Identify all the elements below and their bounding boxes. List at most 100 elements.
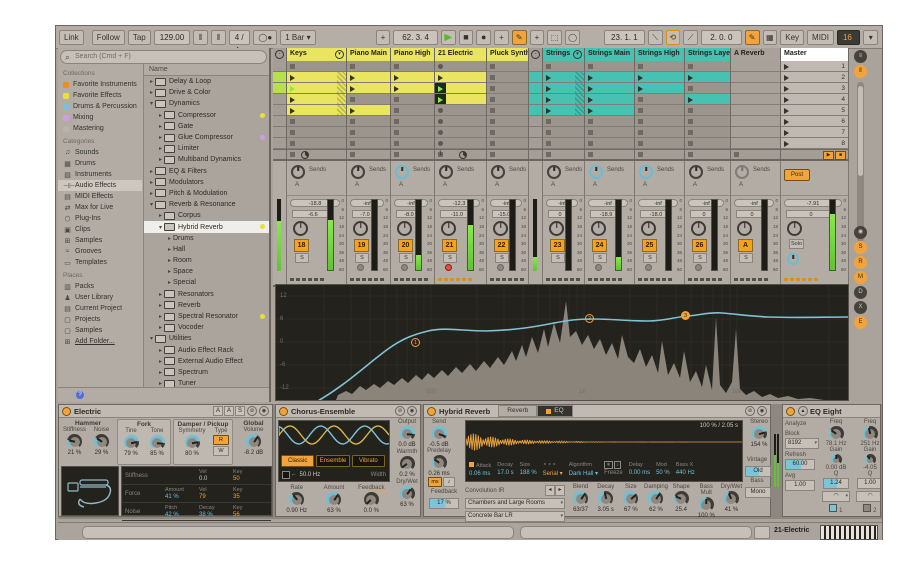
back-to-arrangement-icon[interactable]: + [376,30,391,45]
tree-arrow-icon[interactable]: ▾ [148,100,155,107]
track-number-badge[interactable]: 25 [642,239,657,252]
mixer-strip-strings[interactable]: SendsA-inf023S0612182430364860 [543,161,585,285]
knob-value[interactable]: 41 % [719,507,744,513]
solo-button[interactable]: S [295,253,309,263]
peak-level-display[interactable]: -inf [588,199,628,207]
tree-arrow-icon[interactable]: ▸ [166,279,173,286]
overview-menu-icon[interactable]: ≡ [854,50,867,63]
collection-item[interactable]: Favorite Effects [58,90,142,101]
browser-search-input[interactable]: ⌕ Search (Cmd + F) [60,50,267,64]
hpf-toggle[interactable] [282,471,290,479]
tree-arrow-icon[interactable]: ▸ [157,156,164,163]
track-stop-cell[interactable] [585,150,635,159]
param-cell-value[interactable]: 35 [233,494,267,500]
solo-button[interactable]: S [643,253,657,263]
scene-slot[interactable]: 6 [781,116,848,127]
knob-tine[interactable] [124,435,139,450]
param-cell[interactable] [165,475,199,476]
play-all-scenes-icon[interactable]: ▶ [823,151,834,160]
place-item[interactable]: ▤Current Project [58,303,142,314]
clip-slot[interactable] [529,72,542,83]
mixer-toggle-m[interactable]: M [854,271,867,284]
sidebar-item-instruments[interactable]: ▧Instruments [58,169,142,180]
scene-slot[interactable]: 8 [781,138,848,149]
knob-stiffness[interactable] [67,434,82,449]
tree-item-utilities[interactable]: ▾Utilities [144,333,269,344]
draw-pencil-icon[interactable]: ✎ [745,30,760,45]
track-stop-cell[interactable] [543,150,585,159]
clip-slot[interactable] [273,94,286,105]
tree-item-spectral-resonator[interactable]: ▸Spectral Resonator [144,311,269,322]
play-button[interactable]: ▶ [441,30,456,45]
tree-arrow-icon[interactable]: ▸ [157,134,164,141]
quantize-icon[interactable]: ◯● [253,30,277,45]
track-header-strings-main[interactable]: Strings Main [585,48,635,61]
clip-slot[interactable] [685,72,730,83]
re-enable-automation-icon[interactable]: + [530,30,545,45]
save-icon[interactable]: ◉ [259,406,269,416]
tree-item-compressor[interactable]: ▸Compressor [144,110,269,121]
scene-slot[interactable]: 1 [781,61,848,72]
ir-file-dropdown[interactable]: Concrete Bar LR [465,511,565,522]
clip-slot[interactable] [585,83,634,94]
eq-band-node[interactable]: 3 [681,311,690,320]
track-number-badge[interactable]: 18 [294,239,309,252]
track-number-badge[interactable]: 21 [442,239,457,252]
clip-slot[interactable] [529,94,542,105]
clip-slot[interactable] [435,94,486,105]
tree-item-corpus[interactable]: ▸Corpus [144,210,269,221]
solo-button[interactable]: S [355,253,369,263]
send-a-knob[interactable] [395,165,409,179]
clip-slot[interactable] [685,61,730,72]
track-number-badge[interactable]: 20 [398,239,413,252]
hotswap-a-icon[interactable]: A [213,406,223,416]
param-cell-value[interactable]: 38 % [199,512,233,518]
track-header-piano-main[interactable]: Piano Main [347,48,391,61]
pan-knob[interactable] [737,221,752,236]
clip-slot[interactable] [585,72,634,83]
tree-arrow-icon[interactable]: ▸ [166,268,173,275]
track-number-badge[interactable]: 19 [354,239,369,252]
knob-value[interactable]: 25.4 [669,507,694,513]
param-value[interactable]: 50 % [656,470,670,476]
pan-knob[interactable] [353,221,368,236]
send-a-knob[interactable] [735,165,749,179]
knob-predelay[interactable] [432,455,447,470]
clip-slot[interactable] [543,83,584,94]
tree-item-reverb[interactable]: ▸Reverb [144,300,269,311]
hotswap-icon[interactable]: ⊘ [247,406,257,416]
send-a-knob[interactable] [689,165,703,179]
tree-item-drums[interactable]: ▸Drums [144,233,269,244]
arrangement-position-field[interactable]: 62. 3. 4 [393,30,437,45]
tab-eq[interactable]: EQ [537,405,572,417]
tree-arrow-icon[interactable]: ▾ [148,335,155,342]
freeze-control[interactable]: ∗ ♪Freeze [604,462,623,476]
track-stop-cell[interactable]: 1 [435,150,487,159]
param-bass-x[interactable]: Bass X440 Hz [676,462,695,476]
clip-slot[interactable] [585,127,634,138]
tree-item-limiter[interactable]: ▸Limiter [144,143,269,154]
clip-slot[interactable] [635,72,684,83]
clip-slot[interactable] [273,138,286,149]
save-icon[interactable]: ◉ [407,406,417,416]
tree-arrow-icon[interactable]: ▸ [148,190,155,197]
track-number-badge[interactable]: A [738,239,753,252]
q-value[interactable]: 1.00 [857,478,881,489]
knob-value[interactable]: 85 % [144,451,170,457]
track-header-keys[interactable]: Keys▾ [287,48,347,61]
knob-size[interactable] [623,491,638,506]
loop-switch-icon[interactable]: ⟲ [666,30,681,45]
track-number-badge[interactable]: 23 [550,239,565,252]
tree-item-external-audio-effect[interactable]: ▸External Audio Effect [144,356,269,367]
param-attack[interactable]: Attack0.06 ms [469,462,491,477]
sidebar-item-drums[interactable]: ▦Drums [58,158,142,169]
mixer-toggle-x[interactable]: X [854,301,867,314]
clip-slot[interactable] [435,138,486,149]
knob-value[interactable]: 3.05 s [593,507,618,513]
knob-value[interactable]: 21 % [61,450,88,456]
place-item[interactable]: ♟User Library [58,292,142,303]
tree-arrow-icon[interactable]: ▸ [148,168,155,175]
place-item[interactable]: ▢Samples [58,325,142,336]
clip-slot[interactable] [435,83,486,94]
block-dropdown[interactable]: 8192 [785,438,819,449]
